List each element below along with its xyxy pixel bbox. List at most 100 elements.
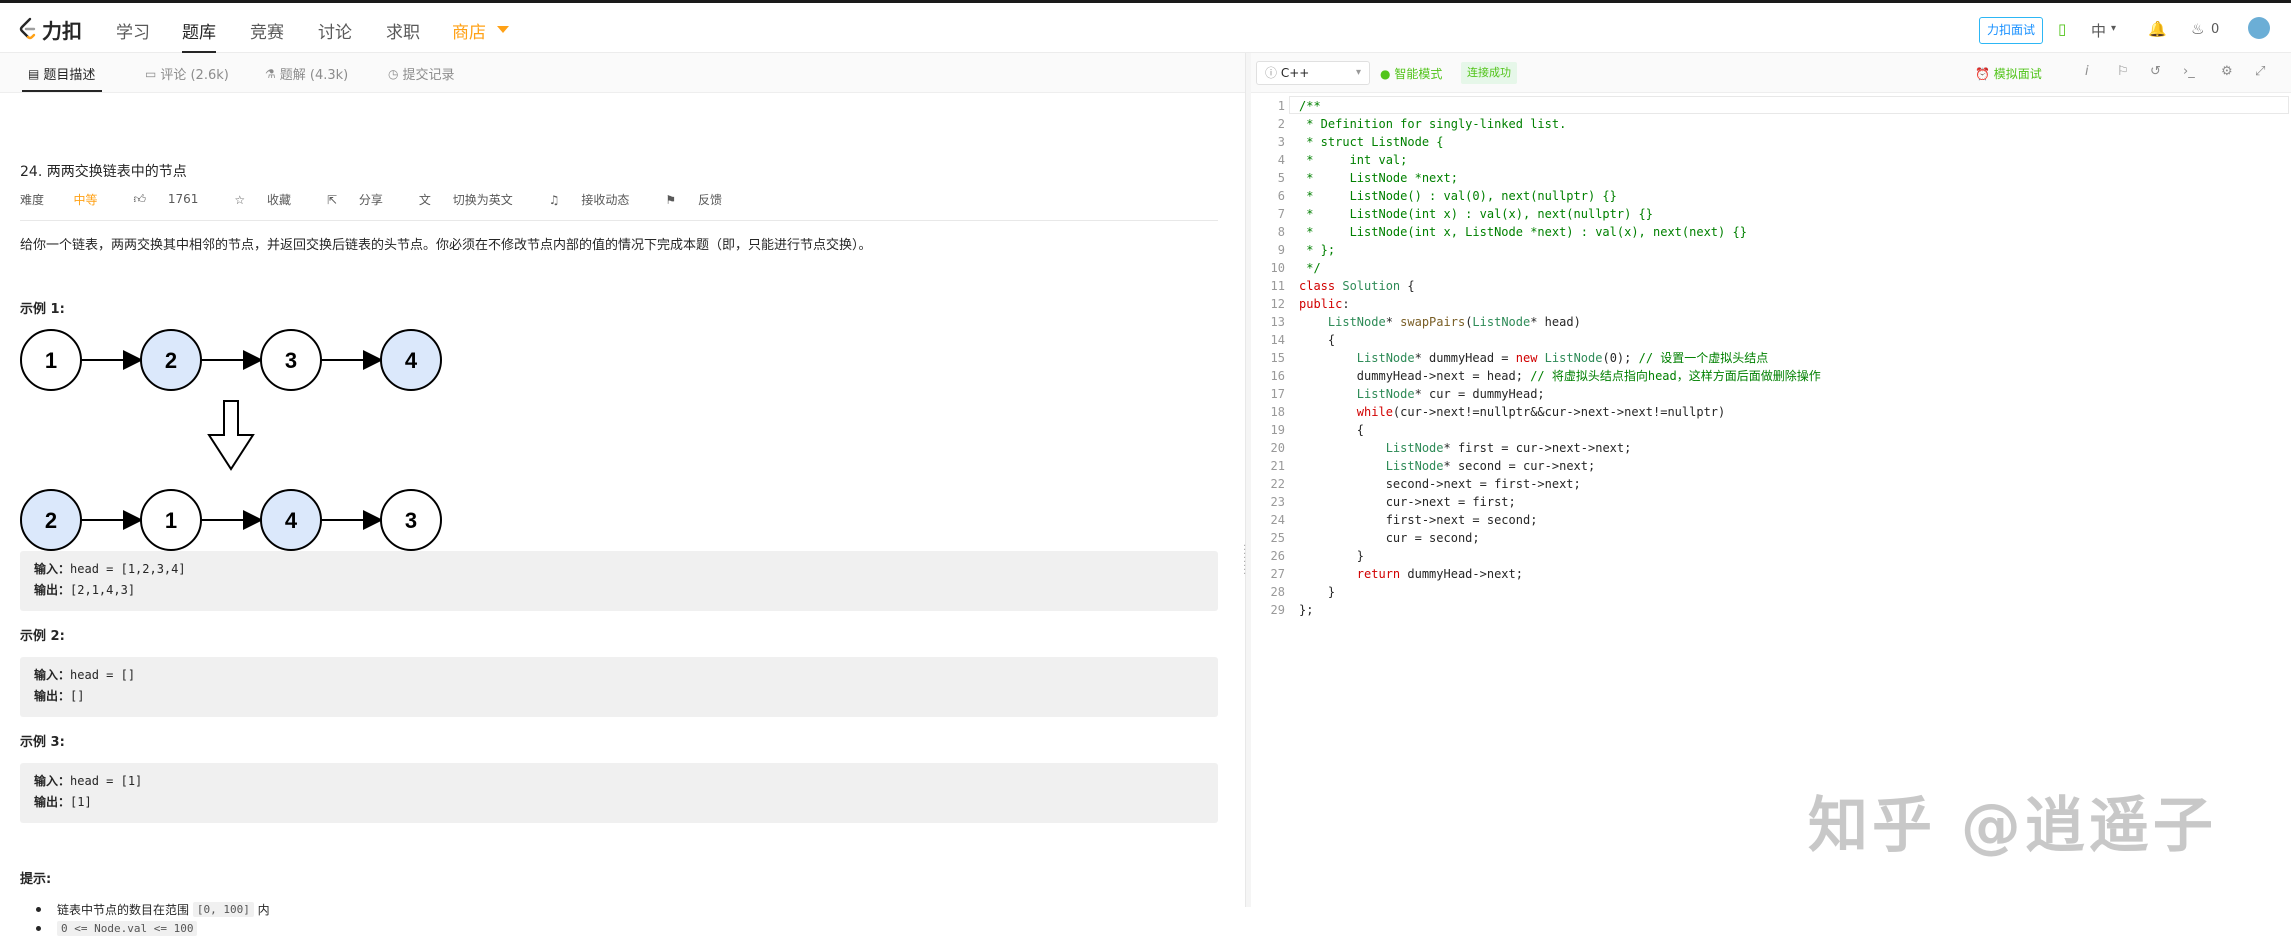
code-line[interactable]: cur = second; [1299,529,1480,547]
code-line[interactable]: }; [1299,601,1313,619]
input-list-node-label: 3 [285,348,297,373]
language-switch[interactable]: 中 [2091,20,2106,41]
example-3-input: head = [1] [70,774,143,788]
code-line[interactable]: } [1299,547,1364,565]
code-line[interactable]: /** [1299,97,1321,115]
line-number: 12 [1270,297,1285,311]
store-dropdown-icon[interactable] [497,26,509,33]
resize-grip-icon[interactable]: · · · · · · · · [1243,542,1246,580]
line-number: 26 [1270,549,1285,563]
line-number: 28 [1270,585,1285,599]
line-number: 3 [1277,135,1285,149]
line-number: 23 [1270,495,1285,509]
feedback-button[interactable]: ⚑ 反馈 [665,191,740,208]
code-line[interactable]: dummyHead->next = head; // 将虚拟头结点指向head，… [1299,367,1821,385]
tab-solutions[interactable]: ⚗ 题解 (4.3k) [265,64,349,84]
nav-discuss[interactable]: 讨论 [318,18,352,43]
info-icon: ⓘ [1265,66,1278,80]
hint-item: 链表中节点的数目在范围 [0, 100] 内 [36,901,270,918]
settings-icon[interactable]: ⚙ [2221,64,2233,79]
like-button[interactable]: 👍︎ 1761 [133,192,216,207]
code-line[interactable]: ListNode* swapPairs(ListNode* head) [1299,313,1581,331]
mock-interview-button[interactable]: ⏰ 模拟面试 [1975,65,2042,82]
fullscreen-icon[interactable]: ⤢ [2255,64,2265,79]
line-number: 15 [1270,351,1285,365]
avatar[interactable] [2248,17,2270,39]
nav-learn[interactable]: 学习 [116,18,150,43]
output-list-node-label: 4 [285,508,298,533]
code-line[interactable]: */ [1299,259,1320,277]
tab-label: 题解 (4.3k) [279,68,349,83]
translate-icon: 文 [418,192,431,207]
code-line[interactable]: ListNode* first = cur->next->next; [1299,439,1632,457]
tab-submissions[interactable]: ◷ 提交记录 [388,64,455,84]
interview-button[interactable]: 力扣面试 [1979,17,2043,44]
mock-interview-label: 模拟面试 [1993,67,2042,81]
tab-description[interactable]: ▤ 题目描述 [28,64,95,84]
input-label: 输入： [34,668,71,682]
code-line[interactable]: * ListNode(int x) : val(x), next(nullptr… [1299,205,1653,223]
nav-problems[interactable]: 题库 [182,18,216,43]
flag-icon[interactable]: ⚐ [2117,64,2129,79]
code-line[interactable]: * ListNode() : val(0), next(nullptr) {} [1299,187,1617,205]
line-number: 5 [1277,171,1285,185]
fire-count: 0 [2211,22,2220,37]
line-number: 17 [1270,387,1285,401]
code-line[interactable]: return dummyHead->next; [1299,565,1523,583]
reset-icon[interactable]: ↺ [2150,64,2161,79]
code-line[interactable]: { [1299,331,1335,349]
code-line[interactable]: while(cur->next!=nullptr&&cur->next->nex… [1299,403,1725,421]
code-line[interactable]: * Definition for singly-linked list. [1299,115,1566,133]
code-line[interactable]: } [1299,583,1335,601]
logo[interactable]: 力扣 [18,15,82,43]
code-line[interactable]: * int val; [1299,151,1407,169]
clock-icon: ◷ [388,66,399,81]
code-line[interactable]: cur->next = first; [1299,493,1516,511]
mobile-icon[interactable]: ▯ [2058,20,2066,38]
code-line[interactable]: * struct ListNode { [1299,133,1443,151]
code-line[interactable]: ListNode* second = cur->next; [1299,457,1596,475]
code-line[interactable]: { [1299,421,1364,439]
code-line[interactable]: * }; [1299,241,1335,259]
line-number: 4 [1277,153,1285,167]
output-list-node-label: 2 [45,508,57,533]
nav-store[interactable]: 商店 [452,18,486,43]
line-number: 7 [1277,207,1285,221]
star-icon: ☆ [234,192,246,207]
tab-active-underline [22,90,102,92]
code-line[interactable]: ListNode* dummyHead = new ListNode(0); /… [1299,349,1768,367]
info-icon[interactable]: i [2085,64,2089,79]
output-label: 输出： [34,689,71,703]
switch-english-button[interactable]: 文 切换为英文 [419,191,531,208]
example-1-output: [2,1,4,3] [70,583,136,597]
code-line[interactable]: * ListNode *next; [1299,169,1458,187]
nav-jobs[interactable]: 求职 [386,18,420,43]
example-3-output: [1] [70,795,92,809]
bell-icon[interactable]: 🔔 [2148,20,2167,38]
terminal-icon[interactable]: ›_ [2183,64,2195,79]
language-value: C++ [1280,66,1310,80]
language-chevron-icon[interactable]: ▾ [2111,23,2116,34]
code-line[interactable]: ListNode* cur = dummyHead; [1299,385,1545,403]
alarm-icon: ⏰ [1975,67,1990,81]
subscribe-button[interactable]: ♫ 接收动态 [549,191,648,208]
fire-icon[interactable]: ♨ [2191,20,2204,38]
code-line[interactable]: first->next = second; [1299,511,1538,529]
thumbs-up-icon: 👍︎ [133,191,147,206]
example-2-input: head = [] [70,668,136,682]
share-button[interactable]: ⇱ 分享 [327,191,401,208]
tab-label: 评论 (2.6k) [160,68,229,83]
connection-badge: 连接成功 [1461,62,1517,84]
code-line[interactable]: second->next = first->next; [1299,475,1581,493]
code-line[interactable]: * ListNode(int x, ListNode *next) : val(… [1299,223,1747,241]
smart-mode-toggle[interactable]: ● 智能模式 [1380,65,1442,82]
code-line[interactable]: public: [1299,295,1350,313]
language-select[interactable]: ⓘ C++ ▾ [1256,61,1370,85]
code-line[interactable]: class Solution { [1299,277,1415,295]
problem-meta: 难度 中等 👍︎ 1761 ☆ 收藏 ⇱ 分享 文 切换为英文 ♫ 接收动态 ⚑… [20,190,758,208]
input-list-node-label: 4 [405,348,418,373]
tab-comments[interactable]: ▭ 评论 (2.6k) [145,64,229,84]
nav-contest[interactable]: 竞赛 [250,18,284,43]
hint-text: 链表中节点的数目在范围 [57,903,190,917]
favorite-button[interactable]: ☆ 收藏 [234,191,309,208]
